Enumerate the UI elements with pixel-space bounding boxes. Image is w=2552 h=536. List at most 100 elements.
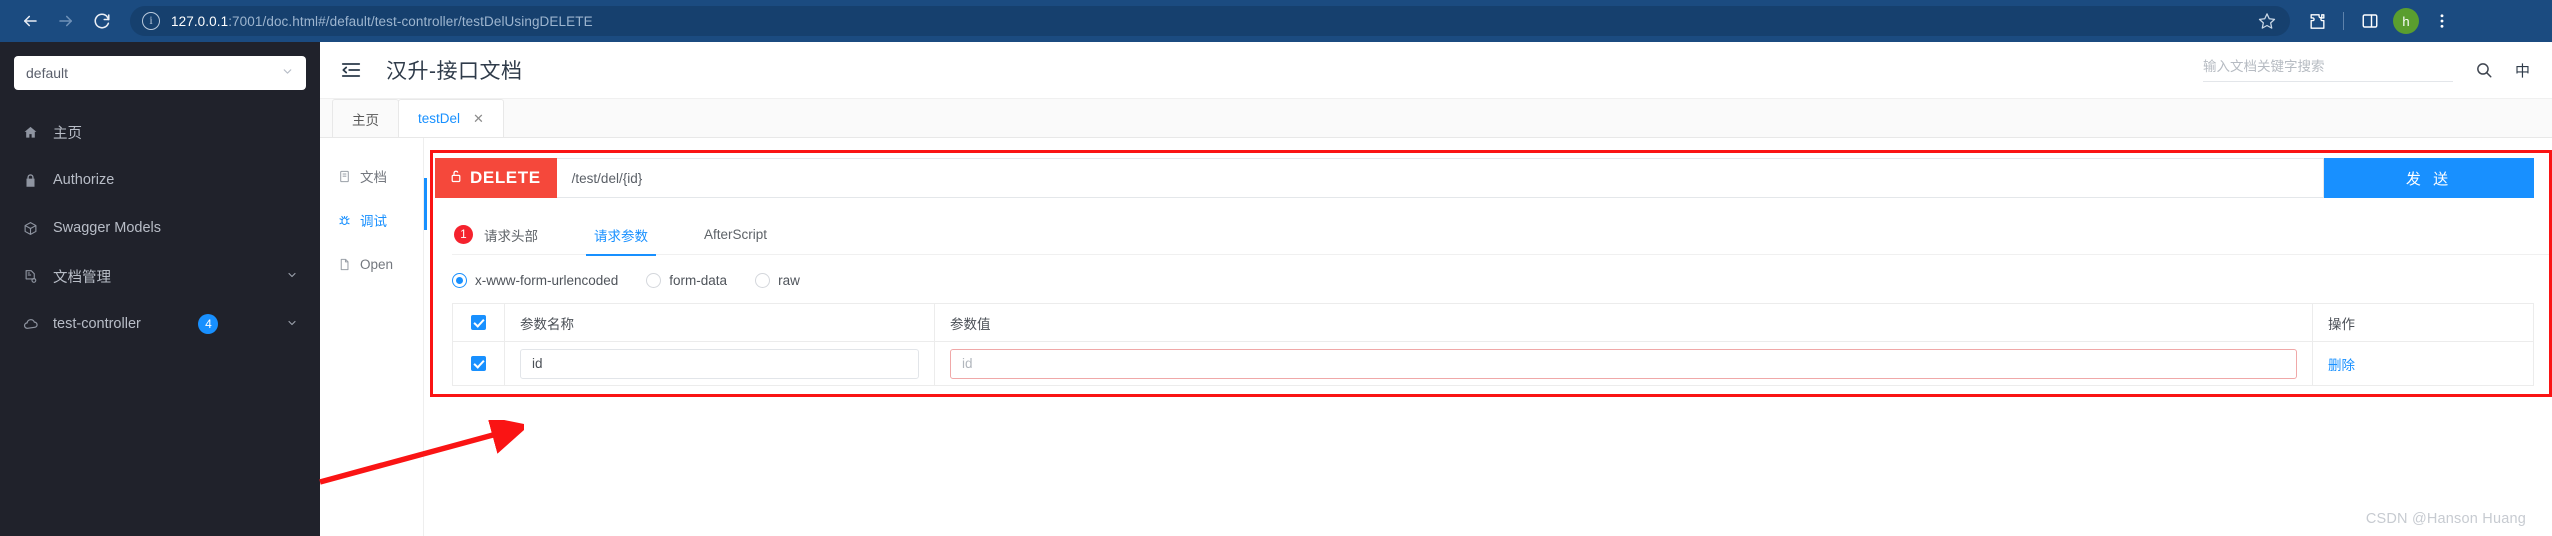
method-label: DELETE: [470, 168, 541, 187]
document-icon: [338, 170, 351, 183]
inner-nav: 文档 调试 Open: [320, 138, 424, 536]
sidebar-item-test-controller[interactable]: test-controller 4: [0, 300, 320, 348]
radio-form-data[interactable]: form-data: [646, 272, 728, 288]
content-body: 文档 调试 Open DELETE /test/del/{id} 发 送 1 请…: [320, 138, 2552, 536]
address-bar[interactable]: i 127.0.0.1:7001/doc.html#/default/test-…: [130, 6, 2290, 36]
page-title: 汉升-接口文档: [386, 60, 523, 83]
sidebar-item-home[interactable]: 主页: [0, 108, 320, 156]
doc-tab-home[interactable]: 主页: [332, 99, 399, 137]
avatar[interactable]: h: [2389, 4, 2423, 38]
row-select-cell[interactable]: [453, 342, 505, 385]
star-icon[interactable]: [2258, 12, 2276, 30]
inner-nav-label: Open: [360, 256, 394, 272]
select-all-checkbox[interactable]: [471, 315, 486, 330]
radio-icon: [755, 272, 771, 288]
toolbar-divider: [2343, 12, 2344, 30]
request-tab-label: 请求头部: [484, 228, 538, 244]
request-panel: DELETE /test/del/{id} 发 送 1 请求头部 请求参数 Af…: [424, 138, 2552, 536]
left-sidebar: default 主页 Authorize Swagger Models 文档管理…: [0, 42, 320, 536]
request-tab-badge: 1: [454, 225, 473, 244]
browser-nav-buttons: [14, 5, 118, 37]
sidebar-item-swagger-models[interactable]: Swagger Models: [0, 204, 320, 252]
avatar-letter: h: [2393, 8, 2419, 34]
file-icon: [338, 258, 351, 271]
three-dots-icon[interactable]: [2425, 4, 2459, 38]
search-icon[interactable]: [2475, 61, 2493, 79]
select-all-cell[interactable]: [453, 304, 505, 341]
params-table: 参数名称 参数值 操作 id id 删除: [452, 303, 2534, 386]
lock-icon: [22, 173, 39, 188]
sidebar-item-label: 文档管理: [53, 269, 111, 286]
column-header-label: 参数名称: [520, 316, 574, 332]
radio-label: raw: [778, 272, 800, 288]
sidebar-item-label: Swagger Models: [53, 220, 161, 236]
inner-nav-label: 调试: [360, 214, 387, 229]
site-info-icon[interactable]: i: [142, 12, 160, 30]
request-tab-afterscript[interactable]: AfterScript: [702, 215, 769, 255]
url-rest: :7001/doc.html#/default/test-controller/…: [228, 13, 593, 29]
radio-x-www-form-urlencoded[interactable]: x-www-form-urlencoded: [452, 272, 619, 288]
collapse-menu-icon[interactable]: [340, 59, 362, 81]
doc-tab-testdel[interactable]: testDel ✕: [398, 99, 504, 137]
side-panel-icon[interactable]: [2353, 4, 2387, 38]
cloud-icon: [22, 316, 39, 332]
param-name-input[interactable]: [520, 348, 919, 379]
sidebar-item-label: test-controller: [53, 316, 141, 332]
column-header-action: 操作: [2313, 304, 2533, 341]
environment-select[interactable]: default: [14, 56, 306, 90]
header-tools: 中: [2202, 58, 2530, 82]
puzzle-icon[interactable]: [2300, 4, 2334, 38]
delete-row-link[interactable]: 删除: [2328, 354, 2355, 374]
radio-raw[interactable]: raw: [755, 272, 800, 288]
send-button[interactable]: 发 送: [2324, 158, 2534, 198]
column-header-label: 参数值: [950, 316, 991, 332]
search-input[interactable]: [2202, 59, 2453, 74]
param-value-input[interactable]: [950, 348, 2297, 379]
sidebar-item-authorize[interactable]: Authorize: [0, 156, 320, 204]
browser-chrome: i 127.0.0.1:7001/doc.html#/default/test-…: [0, 0, 2552, 42]
active-rail: [424, 178, 427, 230]
param-value-cell: [935, 342, 2313, 385]
radio-icon: [646, 272, 662, 288]
sidebar-item-label: 主页: [53, 125, 82, 142]
doc-search[interactable]: [2202, 58, 2453, 82]
inner-nav-item-debug[interactable]: 调试: [320, 198, 423, 242]
url-host: 127.0.0.1: [171, 13, 229, 29]
table-row: 删除: [453, 342, 2533, 386]
chevron-down-icon[interactable]: [286, 269, 298, 284]
param-name-cell: [505, 342, 935, 385]
row-checkbox[interactable]: [471, 356, 486, 371]
reload-icon[interactable]: [86, 5, 118, 37]
column-header-param-name: 参数名称: [505, 304, 935, 341]
chevron-down-icon: [281, 65, 294, 81]
bug-icon: [338, 214, 351, 227]
column-header-label: 操作: [2328, 316, 2355, 332]
sidebar-item-doc-management[interactable]: 文档管理: [0, 252, 320, 300]
inner-nav-item-document[interactable]: 文档: [320, 154, 423, 198]
column-header-param-value: 参数值: [935, 304, 2313, 341]
doc-tab-label: 主页: [352, 112, 379, 128]
request-tab-label: AfterScript: [704, 227, 768, 242]
chevron-down-icon[interactable]: [286, 317, 298, 332]
app-shell: default 主页 Authorize Swagger Models 文档管理…: [0, 42, 2552, 536]
watermark: CSDN @Hanson Huang: [2365, 511, 2526, 527]
back-icon[interactable]: [14, 5, 46, 37]
request-tab-params[interactable]: 请求参数: [586, 215, 656, 256]
close-icon[interactable]: ✕: [473, 112, 484, 125]
request-tab-headers[interactable]: 1 请求头部: [452, 215, 540, 255]
radio-label: form-data: [669, 272, 728, 288]
method-badge: DELETE: [435, 158, 557, 198]
main-region: 汉升-接口文档 中 主页 testDel ✕: [320, 42, 2552, 536]
forward-icon[interactable]: [50, 5, 82, 37]
radio-label: x-www-form-urlencoded: [475, 272, 619, 288]
request-url-row: DELETE /test/del/{id} 发 送: [435, 158, 2552, 198]
request-url-field[interactable]: /test/del/{id}: [556, 158, 2324, 198]
language-toggle[interactable]: 中: [2515, 60, 2530, 81]
sidebar-item-label: Authorize: [53, 172, 115, 188]
inner-nav-item-open[interactable]: Open: [320, 242, 423, 286]
row-action-cell: 删除: [2313, 342, 2533, 385]
unlock-icon: [449, 168, 463, 188]
document-tabs: 主页 testDel ✕: [320, 99, 2552, 138]
request-url-value: /test/del/{id}: [571, 170, 643, 186]
table-header-row: 参数名称 参数值 操作: [453, 304, 2533, 342]
